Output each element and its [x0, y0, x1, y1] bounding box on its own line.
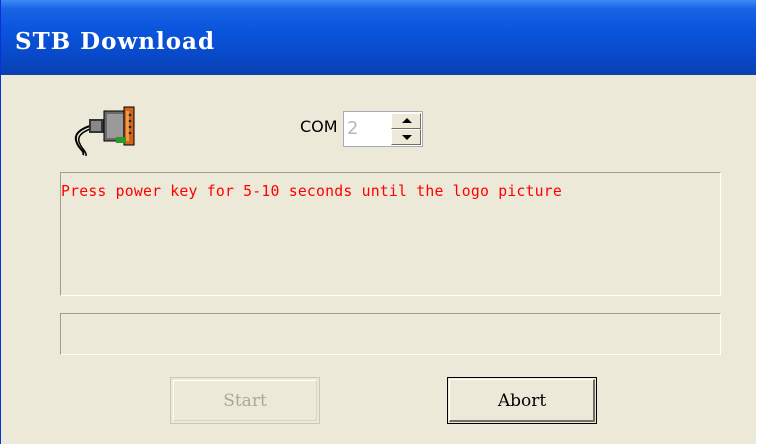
download-dialog: STB Download COM 2 Press power key for 5… — [0, 0, 758, 444]
message-box: Press power key for 5-10 seconds until t… — [60, 172, 721, 296]
spin-up-button[interactable] — [391, 113, 421, 129]
spin-down-button[interactable] — [391, 129, 421, 145]
start-button[interactable]: Start — [170, 377, 320, 424]
arrow-up-icon — [402, 118, 412, 123]
com-port-label: COM — [300, 117, 338, 136]
title-bar[interactable]: STB Download — [1, 0, 758, 75]
com-port-value[interactable]: 2 — [347, 118, 358, 139]
serial-port-icon — [74, 106, 135, 157]
abort-button[interactable]: Abort — [447, 377, 597, 424]
download-progress-bar — [60, 313, 721, 355]
start-button-label: Start — [223, 390, 267, 411]
window-title: STB Download — [15, 28, 216, 55]
abort-button-label: Abort — [497, 390, 547, 411]
arrow-down-icon — [402, 135, 412, 140]
com-port-spinner[interactable]: 2 — [343, 111, 423, 147]
instruction-message: Press power key for 5-10 seconds until t… — [61, 183, 562, 200]
